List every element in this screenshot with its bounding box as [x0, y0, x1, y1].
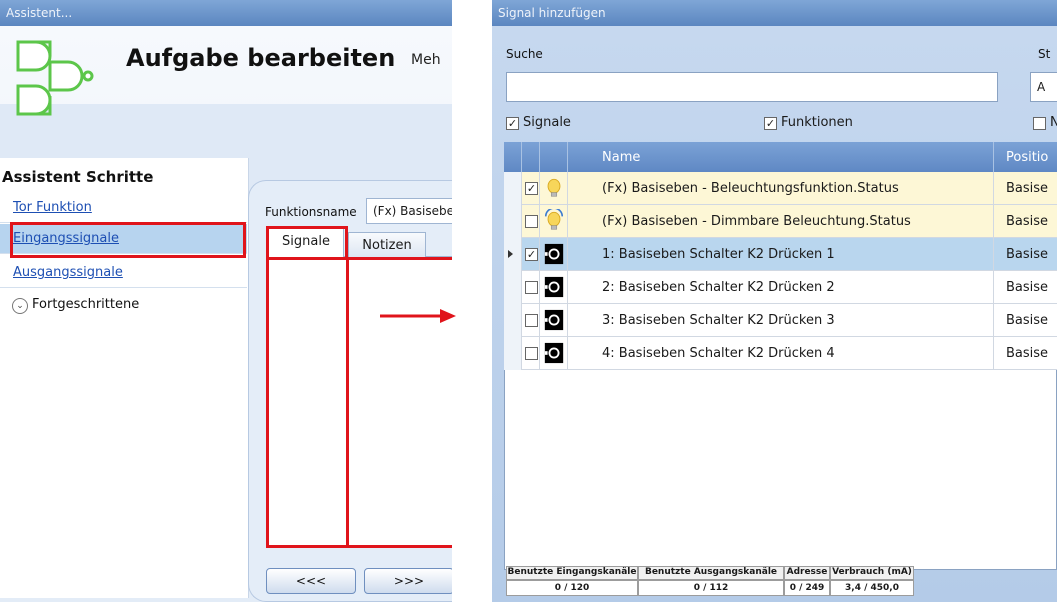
function-name-input[interactable]: (Fx) Basiseben [366, 198, 452, 224]
logic-gate-icon [16, 40, 94, 116]
dimmable-bulb-icon [540, 205, 568, 238]
funktionen-checkbox[interactable]: ✓ [764, 117, 777, 130]
add-signal-window: Signal hinzufügen Suche St A ✓ Signale ✓… [492, 0, 1057, 602]
row-indicator [504, 304, 522, 337]
highlight-box [346, 257, 452, 548]
signal-position: Basise [1006, 214, 1049, 229]
row-checkbox[interactable] [525, 215, 538, 228]
row-checkbox[interactable] [525, 281, 538, 294]
search-input[interactable] [506, 72, 998, 102]
page-title: Aufgabe bearbeiten [126, 44, 396, 72]
signal-name: (Fx) Basiseben - Dimmbare Beleuchtung.St… [602, 214, 911, 229]
header-cell-check [522, 142, 540, 172]
highlight-box [266, 226, 348, 260]
step-label[interactable]: Tor Funktion [13, 200, 92, 215]
row-checkbox[interactable]: ✓ [525, 248, 538, 261]
row-checkbox[interactable] [525, 314, 538, 327]
footer-value: 0 / 112 [638, 580, 784, 596]
row-indicator [504, 337, 522, 370]
footer-value: 0 / 249 [784, 580, 830, 596]
footer-value: 3,4 / 450,0 [830, 580, 914, 596]
window-title: Assistent... [0, 0, 452, 26]
switch-icon [540, 304, 568, 337]
header-cell-icon [540, 142, 568, 172]
header-cell-indicator [504, 142, 522, 172]
status-select[interactable]: A [1030, 72, 1057, 102]
third-filter-label[interactable]: N [1050, 115, 1057, 130]
red-arrow-icon [380, 309, 456, 323]
row-checkbox[interactable] [525, 347, 538, 360]
step-label[interactable]: Ausgangssignale [13, 265, 123, 280]
footer-label: Benutzte Ausgangskanäle [638, 566, 784, 580]
signal-name: 3: Basiseben Schalter K2 Drücken 3 [602, 313, 835, 328]
window-title: Signal hinzufügen [492, 0, 1057, 26]
signal-name: 4: Basiseben Schalter K2 Drücken 4 [602, 346, 835, 361]
next-button[interactable]: >>> [364, 568, 452, 594]
signal-position: Basise [1006, 181, 1049, 196]
row-indicator [504, 238, 522, 271]
column-header-name[interactable]: Name [602, 150, 640, 165]
third-filter-checkbox[interactable] [1033, 117, 1046, 130]
function-name-label: Funktionsname [265, 205, 357, 219]
back-button[interactable]: <<< [266, 568, 356, 594]
row-indicator [504, 271, 522, 304]
footer-label: Benutzte Eingangskanäle [506, 566, 638, 580]
page-title-more: Meh [411, 52, 441, 68]
footer-label: Verbrauch (mA) [830, 566, 914, 580]
step-ausgangssignale[interactable]: Ausgangssignale [0, 258, 247, 288]
row-indicator [504, 205, 522, 238]
row-pointer-icon [508, 250, 513, 258]
row-indicator [504, 172, 522, 205]
steps-title: Assistent Schritte [2, 168, 154, 186]
switch-icon [540, 238, 568, 271]
search-label: Suche [506, 47, 543, 61]
signal-name: 1: Basiseben Schalter K2 Drücken 1 [602, 247, 835, 262]
signal-position: Basise [1006, 247, 1049, 262]
advanced-toggle-label[interactable]: Fortgeschrittene [32, 297, 139, 312]
status-label: St [1038, 47, 1051, 61]
usage-footer: Benutzte Eingangskanäle 0 / 120 Benutzte A… [506, 566, 914, 600]
column-header-position[interactable]: Positio [1006, 150, 1048, 165]
chevron-down-icon[interactable]: ⌄ [12, 298, 28, 314]
bulb-icon [540, 172, 568, 205]
signal-position: Basise [1006, 280, 1049, 295]
signale-checkbox-label[interactable]: Signale [523, 115, 571, 130]
signal-position: Basise [1006, 346, 1049, 361]
assistant-window: Assistent... Aufgabe bearbeiten Meh Assi… [0, 0, 452, 602]
signal-name: (Fx) Basiseben - Beleuchtungsfunktion.St… [602, 181, 899, 196]
switch-icon [540, 271, 568, 304]
footer-label: Adresse [784, 566, 830, 580]
signal-name: 2: Basiseben Schalter K2 Drücken 2 [602, 280, 835, 295]
signal-position: Basise [1006, 313, 1049, 328]
signale-checkbox[interactable]: ✓ [506, 117, 519, 130]
footer-value: 0 / 120 [506, 580, 638, 596]
highlight-box [10, 222, 246, 258]
step-tor-funktion[interactable]: Tor Funktion [0, 193, 247, 223]
switch-icon [540, 337, 568, 370]
tab-notizen[interactable]: Notizen [348, 232, 426, 258]
row-checkbox[interactable]: ✓ [525, 182, 538, 195]
funktionen-checkbox-label[interactable]: Funktionen [781, 115, 853, 130]
highlight-box [266, 257, 348, 548]
